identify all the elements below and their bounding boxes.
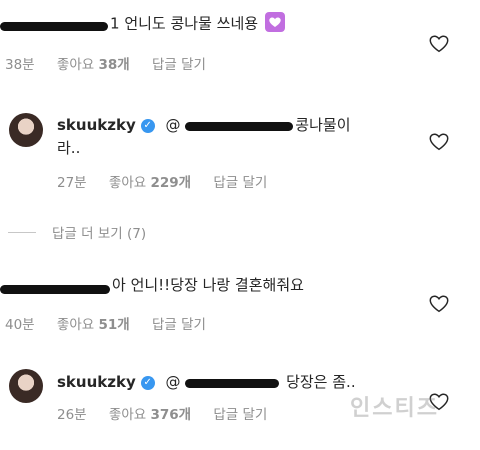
comment-2-text: skuukzky ✓ @ 콩나물이: [57, 116, 351, 134]
comment-3-likes-label[interactable]: 좋아요: [57, 317, 94, 333]
watermark: 인스티즈: [350, 396, 439, 421]
view-replies-button[interactable]: 답글 더 보기 (7): [52, 222, 146, 242]
avatar[interactable]: [9, 369, 43, 403]
redacted-mention: [185, 377, 281, 388]
comment-2-line1: 콩나물이: [295, 116, 351, 134]
comment-4-reply-button[interactable]: 답글 달기: [213, 407, 267, 423]
comment-1-text: 1 언니도 콩나물 쓰네용: [110, 12, 285, 36]
avatar[interactable]: [9, 113, 43, 147]
redacted-username: [0, 285, 110, 294]
comment-1-reply-button[interactable]: 답글 달기: [152, 57, 206, 73]
comment-3-like-heart-icon[interactable]: [428, 293, 450, 319]
redacted-mention: [185, 120, 295, 131]
comment-2-reply-button[interactable]: 답글 달기: [213, 175, 267, 191]
comment-1-prefix: 1: [110, 14, 120, 33]
comment-2-line2: 라..: [57, 139, 81, 157]
comment-2-likes-count[interactable]: 229개: [150, 175, 191, 191]
comment-3-likes-count[interactable]: 51개: [98, 317, 129, 333]
comment-4-meta: 26분 좋아요 376개 답글 달기: [57, 403, 267, 423]
comment-3-reply-button[interactable]: 답글 달기: [152, 317, 206, 333]
comment-1-likes-count[interactable]: 38개: [98, 57, 129, 73]
comment-3-time: 40분: [5, 317, 35, 333]
comment-4-body: 당장은 좀..: [286, 373, 356, 391]
redacted-username: [0, 22, 108, 31]
comment-4-time: 26분: [57, 407, 87, 423]
comment-1-likes-label[interactable]: 좋아요: [57, 57, 94, 73]
comment-1-body: 언니도 콩나물 쓰네용: [124, 14, 259, 33]
verified-badge-icon: ✓: [140, 118, 155, 133]
comment-4-text: skuukzky ✓ @ 당장은 좀..: [57, 373, 356, 391]
comment-2-time: 27분: [57, 175, 87, 191]
comment-1-like-heart-icon[interactable]: [428, 33, 450, 59]
comment-2-likes-label[interactable]: 좋아요: [109, 175, 146, 191]
comment-2-like-heart-icon[interactable]: [428, 131, 450, 157]
comment-4-likes-label[interactable]: 좋아요: [109, 407, 146, 423]
comment-2-meta: 27분 좋아요 229개 답글 달기: [57, 171, 267, 191]
comment-1-time: 38분: [5, 57, 35, 73]
comment-3-text: 아 언니!!당장 나랑 결혼해줘요: [112, 276, 304, 294]
comment-2-username[interactable]: skuukzky: [57, 116, 136, 134]
comment-3-meta: 40분 좋아요 51개 답글 달기: [5, 313, 206, 333]
comment-4-likes-count[interactable]: 376개: [150, 407, 191, 423]
comment-1-meta: 38분 좋아요 38개 답글 달기: [5, 53, 206, 73]
comment-4-username[interactable]: skuukzky: [57, 373, 136, 391]
verified-badge-icon: ✓: [140, 375, 155, 390]
view-replies-divider: [8, 232, 36, 233]
purple-heart-emoji-icon: [264, 12, 285, 36]
